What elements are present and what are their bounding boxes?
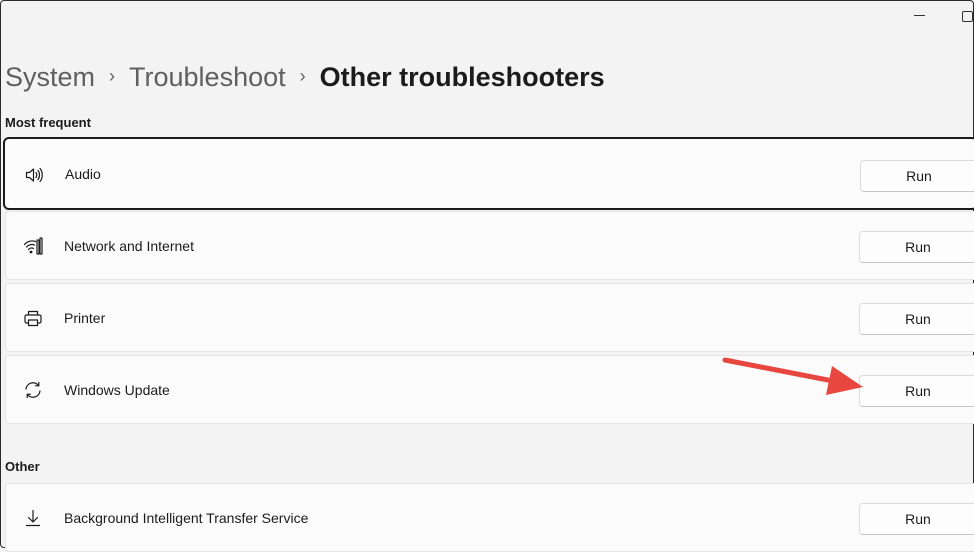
page-title: Other troubleshooters — [319, 61, 605, 92]
sync-icon — [23, 380, 43, 400]
troubleshooter-bits[interactable]: Background Intelligent Transfer Service … — [5, 483, 974, 552]
network-icon — [23, 236, 43, 256]
minimize-icon[interactable] — [914, 15, 925, 16]
breadcrumb-troubleshoot[interactable]: Troubleshoot — [129, 62, 286, 93]
run-button-windows-update[interactable]: Run — [859, 375, 974, 407]
troubleshooter-label: Audio — [65, 165, 101, 182]
troubleshooter-label: Network and Internet — [64, 237, 194, 254]
troubleshooter-label: Printer — [64, 309, 106, 326]
section-heading-most-frequent: Most frequent — [5, 115, 91, 130]
troubleshooter-audio[interactable]: Audio Run — [3, 137, 974, 210]
troubleshooter-printer[interactable]: Printer Run — [5, 283, 974, 352]
run-button-network[interactable]: Run — [859, 231, 974, 263]
troubleshooter-label: Windows Update — [64, 381, 170, 398]
breadcrumb: System › Troubleshoot › Other troublesho… — [5, 57, 605, 97]
run-button-bits[interactable]: Run — [859, 503, 974, 535]
run-button-printer[interactable]: Run — [859, 303, 974, 335]
annotation-arrow-icon — [722, 357, 863, 395]
breadcrumb-separator: › — [299, 65, 306, 86]
speaker-icon — [24, 165, 44, 185]
troubleshooter-label: Background Intelligent Transfer Service — [64, 509, 309, 526]
download-icon — [23, 508, 43, 528]
run-button-audio[interactable]: Run — [860, 160, 974, 192]
printer-icon — [23, 308, 43, 328]
section-heading-other: Other — [5, 459, 40, 474]
maximize-icon[interactable] — [962, 11, 973, 22]
troubleshooter-network[interactable]: Network and Internet Run — [5, 211, 974, 280]
breadcrumb-separator: › — [109, 65, 116, 86]
breadcrumb-system[interactable]: System — [5, 62, 95, 93]
